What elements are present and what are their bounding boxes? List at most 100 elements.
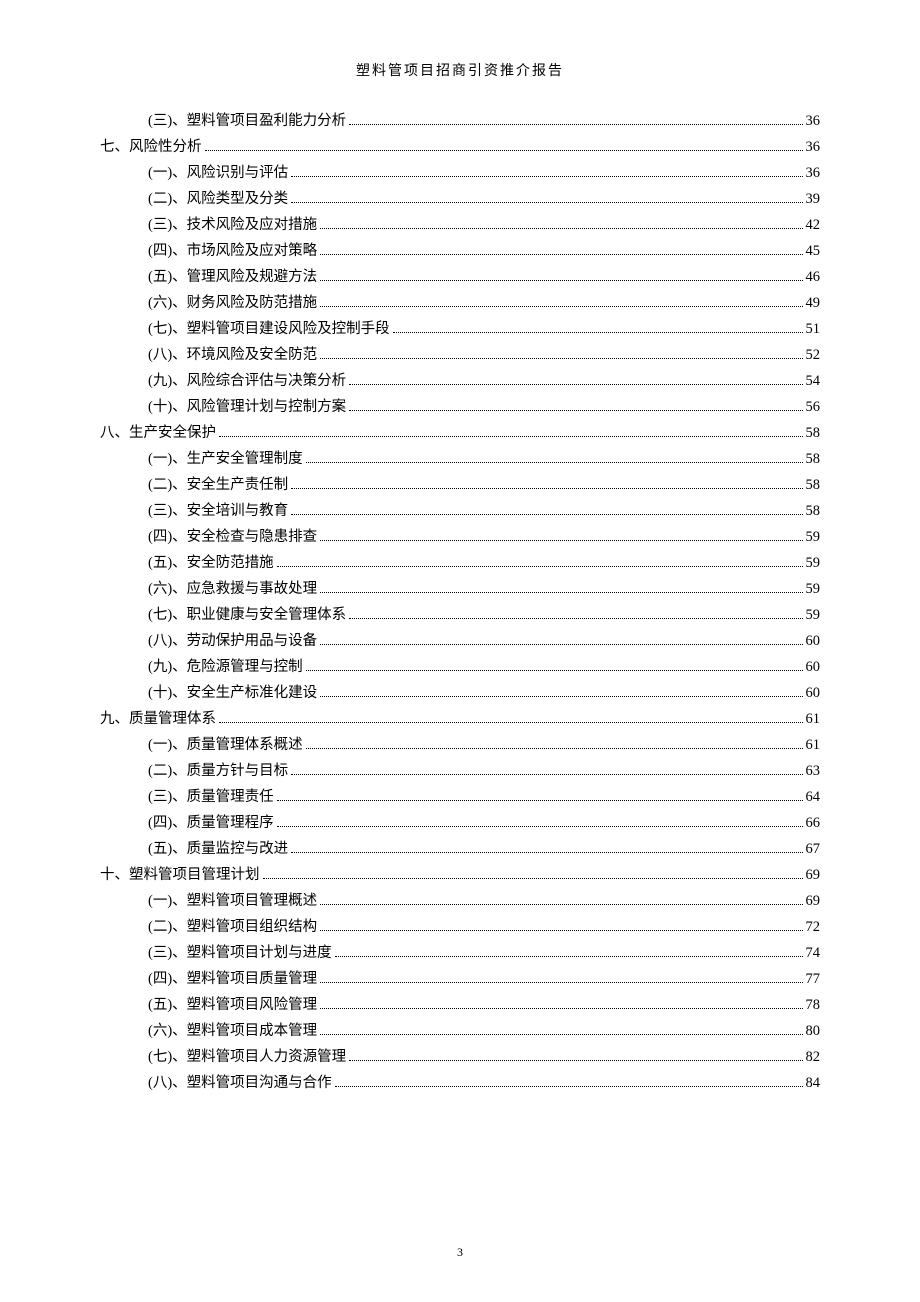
toc-entry: (四)、市场风险及应对策略45 xyxy=(100,238,820,264)
toc-leader-dots xyxy=(320,894,802,905)
toc-leader-dots xyxy=(349,608,802,619)
toc-entry-page: 59 xyxy=(806,530,821,545)
toc-entry-page: 59 xyxy=(806,556,821,571)
toc-entry-label: (二)、风险类型及分类 xyxy=(148,192,288,207)
toc-entry-label: (九)、风险综合评估与决策分析 xyxy=(148,374,346,389)
toc-entry: (五)、塑料管项目风险管理78 xyxy=(100,993,820,1019)
toc-entry: 八、生产安全保护58 xyxy=(100,420,820,446)
toc-entry-label: (七)、职业健康与安全管理体系 xyxy=(148,608,346,623)
toc-entry-label: (六)、应急救援与事故处理 xyxy=(148,582,317,597)
toc-entry: (三)、安全培训与教育58 xyxy=(100,498,820,524)
toc-entry-label: (三)、技术风险及应对措施 xyxy=(148,218,317,233)
toc-entry: (八)、劳动保护用品与设备60 xyxy=(100,628,820,654)
toc-entry-label: (四)、安全检查与隐患排查 xyxy=(148,530,317,545)
toc-entry-label: (一)、质量管理体系概述 xyxy=(148,738,303,753)
toc-entry: (三)、塑料管项目盈利能力分析36 xyxy=(100,108,820,134)
toc-leader-dots xyxy=(277,790,803,801)
toc-entry: (五)、安全防范措施59 xyxy=(100,550,820,576)
toc-entry-page: 51 xyxy=(806,322,821,337)
toc-leader-dots xyxy=(219,712,803,723)
toc-leader-dots xyxy=(277,816,803,827)
toc-leader-dots xyxy=(291,842,802,853)
toc-entry-page: 60 xyxy=(806,686,821,701)
toc-entry-page: 69 xyxy=(806,868,821,883)
toc-entry-label: (七)、塑料管项目建设风险及控制手段 xyxy=(148,322,390,337)
toc-leader-dots xyxy=(320,634,802,645)
toc-entry: (五)、管理风险及规避方法46 xyxy=(100,264,820,290)
toc-entry: (三)、塑料管项目计划与进度74 xyxy=(100,941,820,967)
toc-entry: (二)、塑料管项目组织结构72 xyxy=(100,914,820,940)
toc-entry-page: 63 xyxy=(806,764,821,779)
toc-leader-dots xyxy=(335,946,803,957)
toc-entry-page: 49 xyxy=(806,296,821,311)
toc-leader-dots xyxy=(291,192,802,203)
toc-entry: (四)、质量管理程序 66 xyxy=(100,810,820,836)
toc-entry-label: (三)、安全培训与教育 xyxy=(148,504,288,519)
page-number: 3 xyxy=(0,1245,920,1260)
toc-leader-dots xyxy=(277,556,803,567)
toc-entry-page: 69 xyxy=(806,894,821,909)
toc-leader-dots xyxy=(219,426,803,437)
page-header: 塑料管项目招商引资推介报告 xyxy=(100,60,820,80)
toc-entry-label: (二)、塑料管项目组织结构 xyxy=(148,920,317,935)
toc-entry-label: (十)、风险管理计划与控制方案 xyxy=(148,400,346,415)
toc-entry-label: 七、风险性分析 xyxy=(100,140,202,155)
toc-leader-dots xyxy=(291,764,802,775)
toc-leader-dots xyxy=(320,270,802,281)
toc-entry: (一)、生产安全管理制度58 xyxy=(100,446,820,472)
toc-entry-page: 66 xyxy=(806,816,821,831)
toc-entry-page: 60 xyxy=(806,634,821,649)
toc-leader-dots xyxy=(320,218,802,229)
toc-leader-dots xyxy=(349,400,802,411)
toc-entry-page: 60 xyxy=(806,660,821,675)
toc-entry: (九)、风险综合评估与决策分析54 xyxy=(100,368,820,394)
toc-entry-page: 82 xyxy=(806,1050,821,1065)
toc-entry-label: 九、质量管理体系 xyxy=(100,712,216,727)
toc-entry-label: (九)、危险源管理与控制 xyxy=(148,660,303,675)
toc-entry: (五)、质量监控与改进67 xyxy=(100,836,820,862)
toc-leader-dots xyxy=(306,738,803,749)
toc-entry: (七)、塑料管项目建设风险及控制手段 51 xyxy=(100,316,820,342)
toc-entry-page: 36 xyxy=(806,166,821,181)
toc-entry-label: (七)、塑料管项目人力资源管理 xyxy=(148,1050,346,1065)
toc-entry-page: 61 xyxy=(806,712,821,727)
toc-entry: (六)、财务风险及防范措施 49 xyxy=(100,290,820,316)
toc-leader-dots xyxy=(205,140,803,151)
toc-entry-label: (一)、风险识别与评估 xyxy=(148,166,288,181)
toc-entry: (十)、风险管理计划与控制方案56 xyxy=(100,394,820,420)
toc-entry-page: 46 xyxy=(806,270,821,285)
toc-entry: (七)、职业健康与安全管理体系59 xyxy=(100,602,820,628)
toc-entry-label: (二)、安全生产责任制 xyxy=(148,478,288,493)
toc-entry: (二)、安全生产责任制 58 xyxy=(100,472,820,498)
toc-entry-page: 64 xyxy=(806,790,821,805)
toc-leader-dots xyxy=(291,478,802,489)
toc-leader-dots xyxy=(306,660,803,671)
toc-leader-dots xyxy=(263,868,803,879)
toc-entry-page: 36 xyxy=(806,140,821,155)
toc-entry-page: 58 xyxy=(806,478,821,493)
toc-entry: (十)、安全生产标准化建设 60 xyxy=(100,680,820,706)
toc-leader-dots xyxy=(320,530,802,541)
toc-leader-dots xyxy=(320,972,802,983)
toc-entry-label: (三)、塑料管项目计划与进度 xyxy=(148,946,332,961)
toc-leader-dots xyxy=(291,504,802,515)
toc-entry: (四)、安全检查与隐患排查 59 xyxy=(100,524,820,550)
toc-leader-dots xyxy=(291,166,802,177)
toc-entry-label: (一)、塑料管项目管理概述 xyxy=(148,894,317,909)
toc-entry: 十、塑料管项目管理计划69 xyxy=(100,862,820,888)
toc-leader-dots xyxy=(320,582,802,593)
toc-entry-page: 61 xyxy=(806,738,821,753)
toc-leader-dots xyxy=(335,1076,803,1087)
toc-entry: (九)、危险源管理与控制 60 xyxy=(100,654,820,680)
toc-entry-label: (四)、塑料管项目质量管理 xyxy=(148,972,317,987)
toc-leader-dots xyxy=(393,322,803,333)
toc-leader-dots xyxy=(320,296,802,307)
toc-entry: (八)、环境风险及安全防范52 xyxy=(100,342,820,368)
toc-entry-label: (六)、财务风险及防范措施 xyxy=(148,296,317,311)
toc-entry-page: 77 xyxy=(806,972,821,987)
toc-entry: 九、质量管理体系 61 xyxy=(100,706,820,732)
toc-entry: (二)、风险类型及分类39 xyxy=(100,186,820,212)
toc-entry-label: (十)、安全生产标准化建设 xyxy=(148,686,317,701)
document-page: 塑料管项目招商引资推介报告 (三)、塑料管项目盈利能力分析36 七、风险性分析 36… xyxy=(0,0,920,1137)
toc-entry-label: (四)、质量管理程序 xyxy=(148,816,274,831)
